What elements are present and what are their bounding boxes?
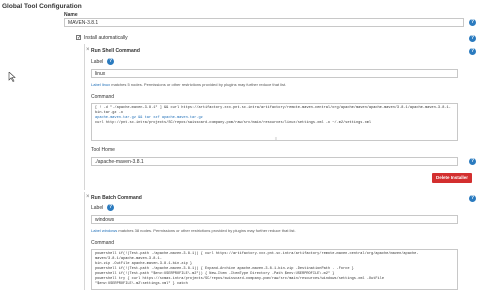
shell-label-field[interactable]: linux — [91, 69, 458, 78]
shell-tool-home-field[interactable]: ./apache-maven-3.8.1 — [91, 157, 458, 166]
shell-command-caption: Command — [91, 94, 115, 100]
shell-section-divider — [84, 44, 86, 190]
shell-label-link[interactable]: Label linux — [91, 82, 110, 87]
shell-label-help-icon[interactable]: ? — [107, 58, 114, 65]
install-automatically-label: Install automatically — [84, 35, 128, 41]
batch-label-link[interactable]: Label windows — [91, 228, 117, 233]
shell-resize-handle[interactable]: ≡ — [270, 137, 282, 141]
shell-section-header: Run Shell Command — [91, 48, 140, 54]
delete-installer-button[interactable]: Delete Installer — [432, 173, 472, 183]
batch-close-icon[interactable]: × — [86, 194, 90, 200]
maven-name-field[interactable]: MAVEN-3.8.1 — [64, 18, 464, 27]
shell-label-hint: Label linux matches 5 nodes. Permissions… — [91, 82, 286, 87]
shell-close-icon[interactable]: × — [86, 47, 90, 53]
batch-section-header: Run Batch Command — [91, 195, 142, 201]
page-title: Global Tool Configuration — [2, 3, 82, 10]
batch-label-caption: Label — [91, 205, 104, 211]
batch-label-hint: Label windows matches 38 nodes. Permissi… — [91, 228, 296, 233]
batch-label-hint-text: matches 38 nodes. Permissions or other r… — [117, 228, 296, 233]
install-help-icon[interactable]: ? — [469, 35, 476, 42]
batch-command-caption: Command — [91, 240, 115, 246]
batch-label-help-icon[interactable]: ? — [107, 204, 114, 211]
shell-help-icon[interactable]: ? — [469, 48, 476, 55]
batch-command-line: powershell if(!(Test-path ./apache-maven… — [95, 252, 419, 261]
batch-command-line: powershell try { curl https://scmas.intr… — [95, 277, 384, 286]
shell-command-line: [ ! -d "./apache-maven-3.8.1" ] && curl … — [95, 106, 451, 115]
batch-label-field[interactable]: windows — [91, 215, 458, 224]
shell-command-line: curl http://pnt.sc.intra/projects/SC/rep… — [95, 121, 372, 125]
install-automatically-checkbox[interactable]: ✓ — [76, 35, 81, 41]
shell-tool-home-caption: Tool Home — [91, 147, 115, 153]
mouse-cursor-icon — [8, 72, 16, 82]
name-help-icon[interactable]: ? — [469, 19, 476, 26]
batch-section-divider — [84, 192, 86, 290]
tool-home-help-icon[interactable]: ? — [469, 158, 476, 165]
batch-command-textarea[interactable]: powershell if(!(Test-path ./apache-maven… — [91, 249, 458, 290]
batch-help-icon[interactable]: ? — [469, 195, 476, 202]
shell-label-hint-text: matches 5 nodes. Permissions or other re… — [110, 82, 287, 87]
shell-label-caption: Label — [91, 59, 104, 65]
